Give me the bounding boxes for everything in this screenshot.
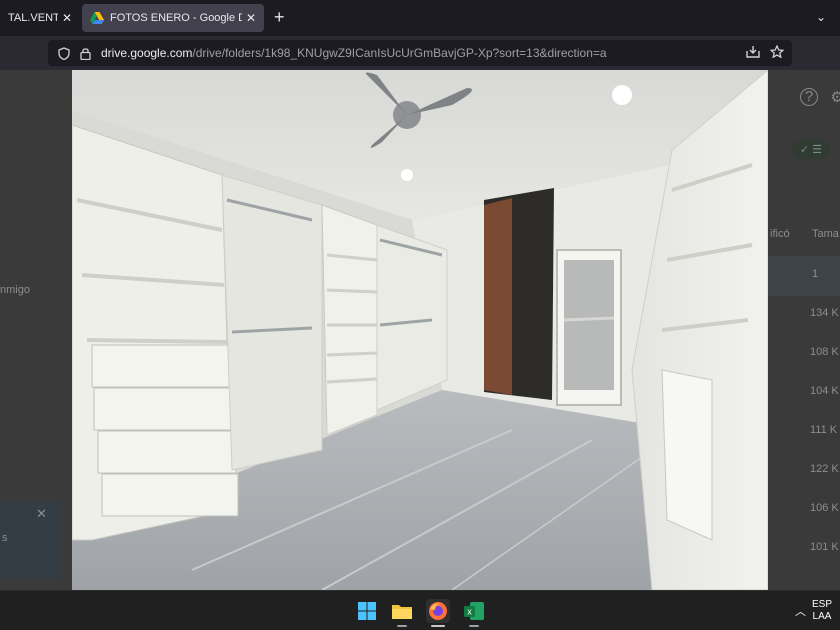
column-size: Tama <box>812 228 839 240</box>
address-bar[interactable]: drive.google.com/drive/folders/1k98_KNUg… <box>48 40 792 66</box>
size-cell: 1 <box>812 268 819 280</box>
new-tab-button[interactable]: + <box>274 8 285 26</box>
tab-google-drive[interactable]: FOTOS ENERO - Google Drive ✕ <box>82 4 264 32</box>
size-cell: 104 K <box>810 385 839 397</box>
list-view-toggle[interactable]: ✓ ☰ <box>791 140 830 159</box>
walk-in-closet-photo <box>72 70 768 590</box>
show-hidden-icons-icon[interactable]: ︿ <box>795 603 806 619</box>
tab-title: TAL.VENTAS <box>8 12 58 24</box>
size-cell: 108 K <box>810 346 839 358</box>
excel-icon: x <box>464 602 484 620</box>
size-cell: 106 K <box>810 502 839 514</box>
running-indicator <box>397 625 407 627</box>
svg-text:x: x <box>467 607 472 617</box>
notification-card: ✕ s <box>0 502 62 578</box>
drive-page: ? ⚙ ✓ ☰ ificó Tama 1 134 K 108 K 104 K 1… <box>0 70 840 590</box>
folder-icon <box>392 605 412 619</box>
excel-button[interactable]: x <box>462 599 486 627</box>
taskbar: x ︿ ESP LAA <box>0 590 840 630</box>
firefox-icon <box>429 602 447 620</box>
image-preview[interactable] <box>72 70 768 590</box>
google-drive-icon <box>90 12 104 24</box>
start-button[interactable] <box>355 599 379 623</box>
url-domain: drive.google.com <box>101 46 193 60</box>
help-icon[interactable]: ? <box>800 88 818 106</box>
navigation-bar: drive.google.com/drive/folders/1k98_KNUg… <box>0 36 840 70</box>
bookmark-star-icon[interactable] <box>770 45 784 58</box>
input-language-indicator[interactable]: ESP LAA <box>812 599 832 623</box>
url-text: drive.google.com/drive/folders/1k98_KNUg… <box>101 46 607 60</box>
file-explorer-button[interactable] <box>390 599 414 627</box>
sidebar-item-shared[interactable]: nmigo <box>0 284 30 296</box>
language-code: ESP <box>811 599 832 610</box>
close-icon[interactable]: ✕ <box>36 506 47 522</box>
close-icon[interactable]: ✕ <box>62 11 72 25</box>
tab-title: FOTOS ENERO - Google Drive <box>110 12 242 24</box>
firefox-button[interactable] <box>426 599 450 627</box>
settings-icon[interactable]: ⚙ <box>831 88 840 106</box>
size-cell: 134 K <box>810 307 839 319</box>
list-all-tabs-icon[interactable]: ⌄ <box>816 10 826 24</box>
size-cell: 122 K <box>810 463 839 475</box>
url-path: /drive/folders/1k98_KNUgwZ9ICanIsUcUrGmB… <box>192 46 607 60</box>
size-cell: 111 K <box>810 424 838 436</box>
tab-ventas[interactable]: TAL.VENTAS ✕ <box>0 4 80 32</box>
save-page-icon[interactable] <box>746 45 760 58</box>
close-icon[interactable]: ✕ <box>246 11 256 25</box>
shield-icon[interactable] <box>58 46 70 60</box>
selected-row[interactable] <box>768 256 840 296</box>
column-modified: ificó <box>770 228 790 240</box>
windows-icon <box>358 602 376 620</box>
lock-icon[interactable] <box>80 47 91 60</box>
notification-text: s <box>2 532 8 544</box>
tab-bar: TAL.VENTAS ✕ FOTOS ENERO - Google Drive … <box>0 0 840 36</box>
size-cell: 101 K <box>810 541 839 553</box>
keyboard-layout-code: LAA <box>812 611 832 622</box>
running-indicator <box>431 625 445 627</box>
running-indicator <box>469 625 479 627</box>
